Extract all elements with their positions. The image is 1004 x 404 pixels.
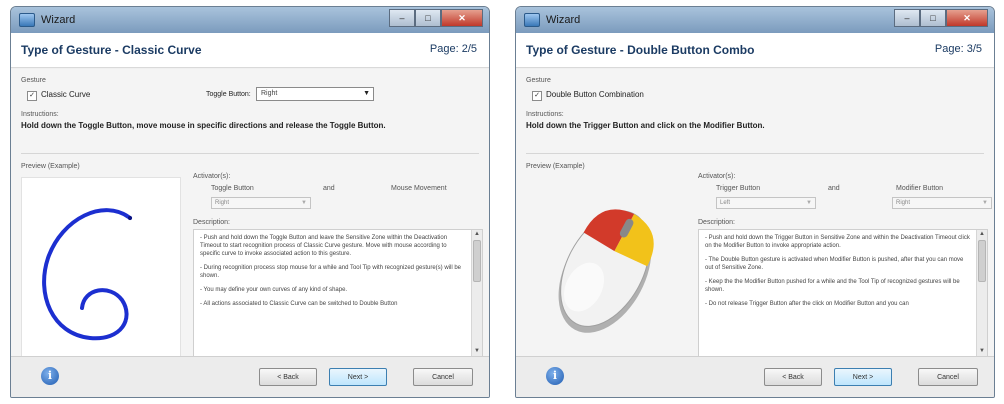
wizard-window-classic-curve: Wizard – □ ✕ Type of Gesture - Classic C… [10, 6, 490, 398]
description-scrollbar[interactable]: ▲ ▼ [471, 230, 482, 356]
curve-gesture-icon [42, 208, 132, 341]
window-title: Wizard [546, 14, 581, 26]
chevron-down-icon: ▼ [982, 200, 988, 206]
description-box[interactable]: - Push and hold down the Trigger Button … [698, 229, 988, 357]
title-bar[interactable]: Wizard – □ ✕ [516, 7, 994, 33]
toggle-button-label: Toggle Button: [206, 91, 251, 98]
page-indicator: Page: 3/5 [934, 43, 982, 55]
toggle-button-column-label: Toggle Button [211, 185, 254, 192]
wizard-window-double-button: Wizard – □ ✕ Type of Gesture - Double Bu… [515, 6, 995, 398]
and-label: and [323, 185, 335, 192]
preview-label: Preview (Example) [21, 163, 80, 170]
modifier-button-readonly-select: Right ▼ [892, 197, 992, 209]
scroll-up-icon[interactable]: ▲ [472, 230, 482, 239]
trigger-button-column-label: Trigger Button [716, 185, 761, 192]
modifier-button-readonly-value: Right [896, 200, 911, 206]
page-indicator: Page: 2/5 [429, 43, 477, 55]
mouse-icon [558, 209, 654, 333]
description-scrollbar[interactable]: ▲ ▼ [976, 230, 987, 356]
minimize-button[interactable]: – [389, 9, 415, 27]
page-title: Type of Gesture - Classic Curve [21, 43, 202, 57]
trigger-button-readonly-value: Left [720, 200, 731, 206]
toggle-button-readonly-value: Right [215, 200, 230, 206]
chevron-down-icon: ▼ [806, 200, 812, 206]
gesture-group-label: Gesture [21, 77, 46, 84]
description-paragraph: - The Double Button gesture is activated… [705, 257, 964, 271]
toggle-button-value: Right [261, 90, 278, 97]
window-title: Wizard [41, 14, 76, 26]
maximize-button[interactable]: □ [415, 9, 441, 27]
description-paragraph: - Push and hold down the Trigger Button … [705, 235, 970, 249]
description-paragraph: - During recognition process stop mouse … [200, 265, 462, 279]
chevron-down-icon: ▼ [301, 200, 307, 206]
trigger-button-readonly-select: Left ▼ [716, 197, 816, 209]
scrollbar-thumb[interactable] [473, 240, 481, 282]
back-button[interactable]: < Back [259, 368, 317, 386]
cancel-button[interactable]: Cancel [413, 368, 473, 386]
activators-label: Activator(s): [698, 173, 736, 180]
instructions-label: Instructions: [526, 111, 564, 118]
wizard-header: Type of Gesture - Classic Curve Page: 2/… [11, 33, 489, 68]
mouse-movement-column-label: Mouse Movement [391, 185, 447, 192]
maximize-button[interactable]: □ [920, 9, 946, 27]
description-box[interactable]: - Push and hold down the Toggle Button a… [193, 229, 483, 357]
gesture-group-label: Gesture [526, 77, 551, 84]
description-label: Description: [193, 219, 230, 226]
divider [526, 153, 984, 154]
gesture-checkbox[interactable]: ✓ [27, 91, 37, 101]
gesture-checkbox-label[interactable]: Classic Curve [41, 90, 90, 99]
title-bar[interactable]: Wizard – □ ✕ [11, 7, 489, 33]
preview-area [526, 177, 686, 359]
description-paragraph: - Push and hold down the Toggle Button a… [200, 235, 448, 257]
wizard-footer: i < Back Next > Cancel [516, 356, 994, 397]
instructions-text: Hold down the Trigger Button and click o… [526, 121, 765, 130]
scroll-down-icon[interactable]: ▼ [472, 347, 482, 356]
next-button[interactable]: Next > [329, 368, 387, 386]
and-label: and [828, 185, 840, 192]
preview-area [21, 177, 181, 359]
description-label: Description: [698, 219, 735, 226]
toggle-button-readonly-select: Right ▼ [211, 197, 311, 209]
wizard-footer: i < Back Next > Cancel [11, 356, 489, 397]
close-button[interactable]: ✕ [946, 9, 988, 27]
close-button[interactable]: ✕ [441, 9, 483, 27]
info-icon[interactable]: i [41, 367, 59, 385]
info-icon[interactable]: i [546, 367, 564, 385]
instructions-text: Hold down the Toggle Button, move mouse … [21, 121, 386, 130]
back-button[interactable]: < Back [764, 368, 822, 386]
chevron-down-icon: ▼ [363, 90, 370, 97]
divider [21, 153, 479, 154]
app-icon [19, 13, 35, 27]
wizard-content: Gesture ✓ Double Button Combination Inst… [516, 69, 994, 359]
minimize-button[interactable]: – [894, 9, 920, 27]
wizard-content: Gesture ✓ Classic Curve Toggle Button: R… [11, 69, 489, 359]
gesture-checkbox[interactable]: ✓ [532, 91, 542, 101]
description-paragraph: - You may define your own curves of any … [200, 287, 348, 293]
description-paragraph: - Keep the the Modifier Button pushed fo… [705, 279, 960, 293]
next-button[interactable]: Next > [834, 368, 892, 386]
instructions-label: Instructions: [21, 111, 59, 118]
activators-label: Activator(s): [193, 173, 231, 180]
scroll-up-icon[interactable]: ▲ [977, 230, 987, 239]
modifier-button-column-label: Modifier Button [896, 185, 944, 192]
scrollbar-thumb[interactable] [978, 240, 986, 282]
page-title: Type of Gesture - Double Button Combo [526, 43, 755, 57]
toggle-button-select[interactable]: Right ▼ [256, 87, 374, 101]
cancel-button[interactable]: Cancel [918, 368, 978, 386]
description-paragraph: - Do not release Trigger Button after th… [705, 301, 909, 307]
wizard-header: Type of Gesture - Double Button Combo Pa… [516, 33, 994, 68]
preview-label: Preview (Example) [526, 163, 585, 170]
app-icon [524, 13, 540, 27]
description-paragraph: - All actions associated to Classic Curv… [200, 301, 398, 307]
scroll-down-icon[interactable]: ▼ [977, 347, 987, 356]
gesture-checkbox-label[interactable]: Double Button Combination [546, 90, 644, 99]
